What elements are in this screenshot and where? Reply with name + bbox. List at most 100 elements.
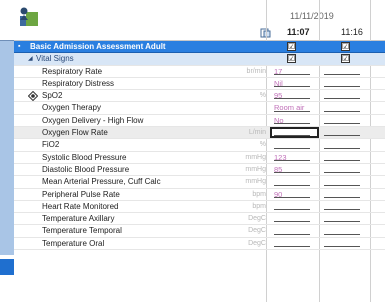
- cell-underline: [324, 147, 360, 149]
- flowsheet-row[interactable]: Temperature Axillary DegC: [14, 213, 385, 226]
- flowsheet-row[interactable]: Oxygen Delivery - High Flow No: [14, 115, 385, 128]
- cell-underline: [274, 196, 310, 198]
- row-label: Diastolic Blood Pressure: [42, 164, 130, 174]
- collapse-icon[interactable]: ◢: [28, 53, 33, 65]
- result-cell-1[interactable]: Nil: [274, 79, 319, 89]
- cell-underline: [324, 123, 360, 125]
- row-label: Temperature Oral: [42, 238, 105, 248]
- left-panel-active-item[interactable]: [0, 259, 14, 275]
- row-label: Vital Signs: [36, 54, 74, 64]
- cell-underline: [274, 184, 310, 186]
- flowsheet-row[interactable]: FiO2%: [14, 139, 385, 152]
- result-cell-1[interactable]: [274, 140, 319, 150]
- result-cell-1[interactable]: 90: [274, 190, 319, 200]
- result-cell-2[interactable]: [321, 128, 366, 138]
- cell-underline: [324, 86, 360, 88]
- flowsheet-row[interactable]: Systolic Blood Pressure mmHg 123: [14, 152, 385, 164]
- flowsheet-row[interactable]: Respiratory Rate br/min 17: [14, 66, 385, 78]
- result-cell-2[interactable]: [321, 190, 366, 200]
- result-cell-2[interactable]: [321, 67, 366, 77]
- flowsheet-row[interactable]: Heart Rate Monitored bpm: [14, 201, 385, 214]
- result-cell-2[interactable]: [321, 177, 366, 187]
- result-cell-2[interactable]: [321, 226, 366, 236]
- result-cell-1[interactable]: [274, 239, 319, 249]
- row-label: Peripheral Pulse Rate: [42, 189, 120, 199]
- result-cell-1[interactable]: [274, 226, 319, 236]
- result-cell-1[interactable]: 95: [274, 91, 319, 101]
- row-label: Oxygen Delivery - High Flow: [42, 115, 144, 125]
- cell-underline: [274, 110, 310, 112]
- flowsheet-row[interactable]: Oxygen Therapy Room air: [14, 102, 385, 115]
- cell-underline: [324, 135, 360, 137]
- row-unit: DegC: [248, 227, 266, 235]
- cell-underline: [324, 98, 360, 100]
- result-cell-1[interactable]: [274, 177, 319, 187]
- result-cell-1[interactable]: Room air: [274, 103, 319, 113]
- result-cell-2[interactable]: [321, 79, 366, 89]
- row-label: Temperature Temporal: [42, 226, 122, 236]
- row-label: Oxygen Therapy: [42, 103, 101, 113]
- result-cell-1[interactable]: [274, 202, 319, 212]
- result-cell-1[interactable]: [274, 214, 319, 224]
- subsection-header-row[interactable]: Vital Signs ◢ ☑ ☑: [14, 53, 385, 66]
- row-label: Systolic Blood Pressure: [42, 152, 127, 162]
- result-cell-1[interactable]: 85: [274, 165, 319, 175]
- row-unit: %: [259, 92, 266, 100]
- result-cell-1[interactable]: 17: [274, 67, 319, 77]
- row-unit: DegC: [248, 239, 266, 247]
- row-label: FiO2: [42, 140, 60, 150]
- flowsheet-row[interactable]: Oxygen Flow Rate L/min: [14, 127, 385, 140]
- cell-underline: [324, 73, 360, 75]
- row-unit: bpm: [252, 202, 266, 210]
- column-time-2[interactable]: 11:16: [341, 27, 363, 37]
- row-unit: mmHg: [245, 153, 266, 161]
- cell-underline: [324, 209, 360, 211]
- expand-icon[interactable]: ▪: [18, 41, 20, 53]
- row-unit: DegC: [248, 215, 266, 223]
- flowsheet-rows: Basic Admission Assessment Adult ▪ ☑ ☑ Vital…: [14, 41, 385, 251]
- result-cell-1[interactable]: 123: [274, 153, 319, 163]
- flowsheet-row[interactable]: Respiratory Distress Nil: [14, 78, 385, 91]
- flowsheet-row[interactable]: Diastolic Blood Pressure mmHg 85: [14, 164, 385, 177]
- column-checkbox[interactable]: ☑: [287, 42, 296, 51]
- left-panel-selected-area[interactable]: [0, 40, 14, 255]
- cell-underline: [274, 135, 310, 137]
- cell-underline: [324, 184, 360, 186]
- flowsheet-header: 11/11/2019 11:07 11:16: [14, 0, 385, 41]
- cell-underline: [274, 172, 310, 174]
- cell-underline: [274, 98, 310, 100]
- row-unit: br/min: [246, 67, 266, 75]
- result-cell-1[interactable]: No: [274, 116, 319, 126]
- row-label: Mean Arterial Pressure, Cuff Calc: [42, 177, 161, 187]
- flowsheet-row[interactable]: Peripheral Pulse Rate bpm 90: [14, 189, 385, 201]
- left-navigation-panel: [0, 0, 14, 302]
- column-time-1[interactable]: 11:07: [287, 27, 310, 37]
- row-label: Heart Rate Monitored: [42, 201, 119, 211]
- flowsheet-grid: 11/11/2019 11:07 11:16 Basic Admission A…: [14, 0, 385, 302]
- column-checkbox[interactable]: ☑: [341, 42, 350, 51]
- section-header-row[interactable]: Basic Admission Assessment Adult ▪ ☑ ☑: [14, 41, 385, 54]
- result-cell-2[interactable]: [321, 91, 366, 101]
- column-checkbox[interactable]: ☑: [287, 54, 296, 64]
- result-cell-2[interactable]: [321, 165, 366, 175]
- result-cell-2[interactable]: [321, 103, 366, 113]
- result-cell-2[interactable]: [321, 116, 366, 126]
- flowsheet-row[interactable]: Temperature Oral DegC: [14, 238, 385, 251]
- cell-underline: [274, 86, 310, 88]
- cell-underline: [324, 159, 360, 161]
- result-cell-2[interactable]: [321, 239, 366, 249]
- result-cell-2[interactable]: [321, 214, 366, 224]
- column-date: 11/11/2019: [290, 11, 334, 21]
- cell-underline: [274, 159, 310, 161]
- result-cell-2[interactable]: [321, 153, 366, 163]
- flowsheet-row[interactable]: Mean Arterial Pressure, Cuff Calc mmHg: [14, 176, 385, 189]
- cell-underline: [274, 209, 310, 211]
- flowsheet-row[interactable]: SpO2% 95: [14, 90, 385, 103]
- column-checkbox[interactable]: ☑: [341, 54, 350, 64]
- result-cell-2[interactable]: [321, 140, 366, 150]
- row-label: Oxygen Flow Rate: [42, 128, 108, 138]
- row-unit: L/min: [248, 129, 266, 137]
- flowsheet-row[interactable]: Temperature Temporal DegC: [14, 225, 385, 238]
- result-cell-2[interactable]: [321, 202, 366, 212]
- result-cell-1[interactable]: [274, 128, 319, 138]
